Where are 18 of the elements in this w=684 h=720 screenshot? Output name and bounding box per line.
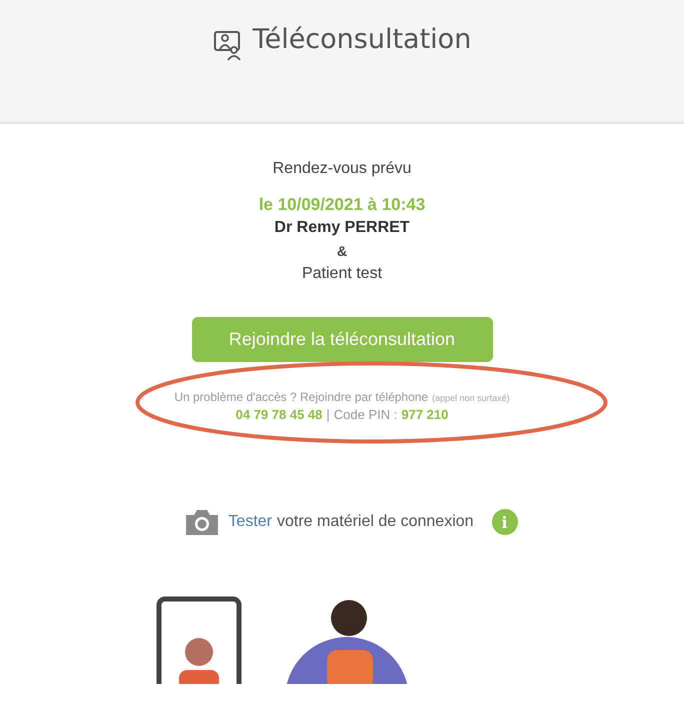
video-consultation-icon: [212, 28, 243, 62]
camera-icon: [184, 508, 220, 536]
phone-number: 04 79 78 45 48: [236, 407, 322, 422]
pin-code: 977 210: [401, 407, 448, 422]
divider-text: |: [326, 407, 330, 422]
join-button[interactable]: Rejoindre la téléconsultation: [192, 317, 492, 362]
page-title: Téléconsultation: [252, 24, 472, 55]
ampersand: &: [336, 243, 348, 259]
call-cost-note: (appel non surtaxé): [432, 393, 510, 403]
phone-help-question: Un problème d'accès ? Rejoindre par téléphone: [174, 390, 428, 404]
doctor-name: Dr Remy PERRET: [274, 219, 410, 237]
patient-name: Patient test: [302, 265, 382, 283]
test-link[interactable]: Tester: [228, 513, 272, 531]
info-button[interactable]: i: [492, 509, 518, 535]
appointment-date: le 10/09/2021 à 10:43: [258, 195, 426, 215]
pin-label: Code PIN :: [334, 407, 398, 422]
test-description: votre matériel de connexion: [277, 513, 474, 531]
appointment-label: Rendez-vous prévu: [272, 160, 412, 178]
